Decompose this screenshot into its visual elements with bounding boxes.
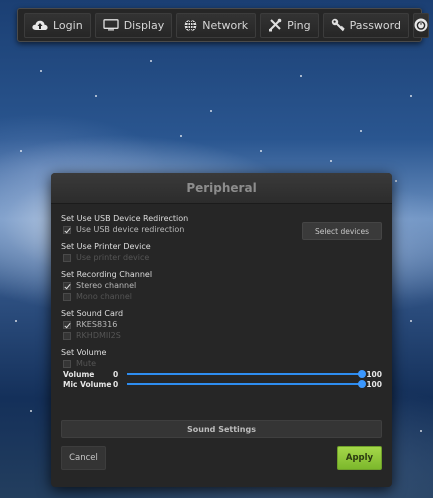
volume-slider-handle[interactable]	[358, 370, 366, 378]
mute-checkbox[interactable]	[63, 359, 71, 368]
printer-option-label: Use printer device	[76, 253, 150, 262]
cloud-upload-icon	[32, 19, 48, 31]
password-button[interactable]: Password	[322, 12, 409, 38]
printer-section-title: Set Use Printer Device	[61, 242, 151, 251]
mono-channel-option[interactable]: Mono channel	[61, 291, 382, 302]
mute-label: Mute	[76, 359, 97, 368]
cancel-button[interactable]: Cancel	[61, 446, 106, 470]
globe-icon	[184, 18, 197, 32]
volume-min-value: 0	[113, 369, 119, 379]
display-label: Display	[123, 18, 165, 32]
sound-card-section: Set Sound Card RKES8316 RKHDMII2S	[61, 309, 382, 341]
volume-slider[interactable]	[127, 369, 366, 379]
power-button[interactable]	[412, 12, 429, 38]
mic-volume-row: Mic Volume 0 100	[61, 379, 382, 389]
stereo-channel-label: Stereo channel	[76, 281, 137, 290]
display-button[interactable]: Display	[94, 12, 173, 38]
login-button[interactable]: Login	[24, 12, 91, 38]
stereo-channel-option[interactable]: Stereo channel	[61, 280, 382, 291]
ping-label: Ping	[287, 18, 311, 32]
top-toolbar: Login Display Network Ping Password	[17, 8, 429, 42]
mic-volume-max-value: 100	[366, 379, 382, 389]
peripheral-dialog: Peripheral Set Use USB Device Redirectio…	[51, 173, 392, 487]
stereo-channel-checkbox[interactable]	[63, 281, 71, 290]
power-icon	[414, 18, 428, 32]
volume-max-value: 100	[366, 369, 382, 379]
tools-icon	[268, 18, 282, 32]
rkhdmii2s-checkbox[interactable]	[63, 331, 71, 340]
login-label: Login	[53, 18, 83, 32]
dialog-body: Set Use USB Device Redirection Use USB d…	[51, 204, 392, 389]
usb-redirection-label: Use USB device redirection	[76, 225, 185, 234]
printer-section: Set Use Printer Device Use printer devic…	[61, 242, 382, 263]
sound-card-section-title: Set Sound Card	[61, 309, 124, 318]
key-icon	[331, 18, 345, 32]
volume-section: Set Volume Mute Volume 0 100 Mic Volume …	[61, 348, 382, 389]
network-label: Network	[202, 18, 249, 32]
apply-button[interactable]: Apply	[337, 446, 382, 470]
sound-card-option-rkes8316[interactable]: RKES8316	[61, 319, 382, 330]
recording-section: Set Recording Channel Stereo channel Mon…	[61, 270, 382, 302]
rkes8316-checkbox[interactable]	[63, 320, 71, 329]
mic-volume-label: Mic Volume	[63, 379, 112, 389]
mic-volume-slider[interactable]	[127, 379, 366, 389]
mono-channel-checkbox[interactable]	[63, 292, 71, 301]
dialog-header: Peripheral	[51, 173, 392, 204]
mute-option[interactable]: Mute	[61, 358, 382, 369]
usb-section: Set Use USB Device Redirection Use USB d…	[61, 214, 382, 240]
volume-slider-track[interactable]	[127, 373, 362, 375]
rkes8316-label: RKES8316	[76, 320, 118, 329]
printer-option[interactable]: Use printer device	[61, 252, 382, 263]
mic-volume-min-value: 0	[113, 379, 119, 389]
volume-section-title: Set Volume	[61, 348, 107, 357]
rkhdmii2s-label: RKHDMII2S	[76, 331, 121, 340]
dialog-title: Peripheral	[186, 181, 257, 195]
volume-row: Volume 0 100	[61, 369, 382, 379]
volume-label: Volume	[63, 369, 95, 379]
network-button[interactable]: Network	[176, 12, 257, 38]
sound-card-option-rkhdmii2s[interactable]: RKHDMII2S	[61, 330, 382, 341]
printer-checkbox[interactable]	[63, 253, 71, 262]
usb-redirection-checkbox[interactable]	[63, 225, 71, 234]
recording-section-title: Set Recording Channel	[61, 270, 153, 279]
mic-volume-slider-handle[interactable]	[358, 380, 366, 388]
monitor-icon	[103, 19, 119, 31]
password-label: Password	[349, 18, 401, 32]
mono-channel-label: Mono channel	[76, 292, 132, 301]
ping-button[interactable]: Ping	[260, 12, 319, 38]
sound-settings-button[interactable]: Sound Settings	[61, 420, 382, 438]
select-devices-button[interactable]: Select devices	[302, 222, 382, 240]
mic-volume-slider-track[interactable]	[127, 383, 362, 385]
